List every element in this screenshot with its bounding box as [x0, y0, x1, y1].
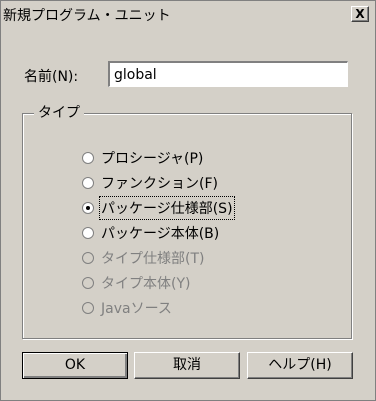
radio-label: タイプ仕様部(T)	[101, 251, 205, 267]
name-input[interactable]	[108, 61, 348, 87]
radio-procedure[interactable]: プロシージャ(P)	[82, 148, 203, 168]
radio-label: Javaソース	[101, 301, 172, 317]
radio-type-body: タイプ本体(Y)	[82, 273, 190, 293]
radio-label: パッケージ仕様部(S)	[99, 196, 235, 220]
close-button[interactable]: X	[351, 6, 369, 22]
radio-package-spec[interactable]: パッケージ仕様部(S)	[82, 196, 235, 220]
ok-button[interactable]: OK	[22, 352, 128, 379]
radio-label: プロシージャ(P)	[101, 151, 204, 167]
radio-label: ファンクション(F)	[101, 176, 218, 192]
radio-label: タイプ本体(Y)	[101, 276, 191, 292]
window-title: 新規プログラム・ユニット	[3, 8, 171, 24]
radio-type-spec: タイプ仕様部(T)	[82, 248, 204, 268]
radio-button-icon[interactable]	[82, 177, 94, 189]
radio-button-icon[interactable]	[82, 152, 94, 164]
cancel-button[interactable]: 取消	[134, 352, 240, 379]
help-button[interactable]: ヘルプ(H)	[247, 352, 353, 379]
radio-button-icon	[82, 252, 94, 264]
title-bar: 新規プログラム・ユニット X	[1, 1, 375, 28]
radio-button-icon	[82, 277, 94, 289]
new-program-unit-dialog: 新規プログラム・ユニット X 名前(N): タイプ プロシージャ(P) ファンク…	[0, 0, 376, 401]
radio-button-icon	[82, 302, 94, 314]
type-group-title: タイプ	[34, 102, 84, 122]
radio-label: パッケージ本体(B)	[101, 226, 220, 242]
radio-button-selected-icon[interactable]	[82, 202, 94, 214]
radio-button-icon[interactable]	[82, 227, 94, 239]
radio-java-source: Javaソース	[82, 298, 172, 318]
name-label: 名前(N):	[24, 69, 79, 85]
radio-package-body[interactable]: パッケージ本体(B)	[82, 223, 219, 243]
radio-function[interactable]: ファンクション(F)	[82, 173, 218, 193]
